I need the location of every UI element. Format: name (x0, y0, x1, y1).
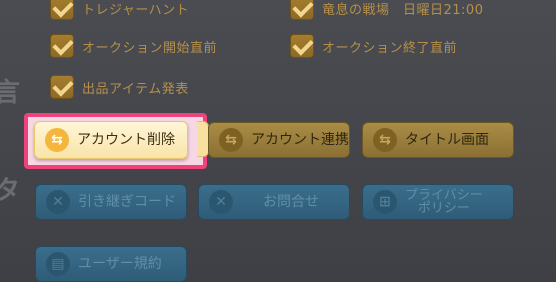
checkbox-checked-icon[interactable] (290, 0, 314, 20)
privacy-policy-button[interactable]: ⊞ プライバシー ポリシー (362, 184, 514, 220)
checkbox-treasure-hunt[interactable]: トレジャーハント (50, 0, 189, 20)
checkbox-item-announcement[interactable]: 出品アイテム発表 (50, 75, 189, 99)
checkbox-label: 出品アイテム発表 (82, 81, 189, 97)
button-label: アカウント連携 (251, 132, 349, 148)
checkbox-label: トレジャーハント (82, 2, 190, 18)
checkbox-checked-icon[interactable] (290, 34, 314, 58)
checkbox-label: オークション開始直前 (82, 40, 218, 56)
contact-button[interactable]: ✕ お問合せ (198, 184, 350, 220)
side-decoration: 言 (0, 78, 21, 108)
checkbox-auction-start[interactable]: オークション開始直前 (50, 34, 217, 58)
swap-arrows-icon: ⇆ (219, 128, 243, 152)
checkbox-checked-icon[interactable] (50, 34, 74, 58)
button-label: プライバシー ポリシー (405, 189, 483, 215)
delete-account-button[interactable]: ⇆ アカウント削除 (34, 121, 188, 159)
button-label: 引き継ぎコード (78, 194, 176, 210)
checkbox-checked-icon[interactable] (50, 0, 74, 20)
x-circle-icon: ✕ (46, 190, 70, 214)
window-grid-icon: ⊞ (373, 190, 397, 214)
side-decoration: タ (0, 176, 21, 206)
button-label-line: ポリシー (417, 201, 470, 216)
x-circle-icon: ✕ (209, 190, 233, 214)
transfer-code-button[interactable]: ✕ 引き継ぎコード (35, 184, 187, 220)
checkbox-auction-end[interactable]: オークション終了直前 (290, 34, 457, 58)
button-label: ユーザー規約 (78, 256, 162, 272)
checkbox-dragon-battlefield[interactable]: 竜息の戦場 日曜日21:00 (290, 0, 483, 20)
button-label: タイトル画面 (405, 132, 489, 148)
terms-button[interactable]: ▤ ユーザー規約 (35, 246, 187, 282)
checkbox-checked-icon[interactable] (50, 75, 74, 99)
button-label: アカウント削除 (77, 132, 175, 148)
swap-arrows-icon: ⇆ (45, 128, 69, 152)
checkbox-label: オークション終了直前 (322, 40, 458, 56)
checkbox-label: 竜息の戦場 日曜日21:00 (322, 2, 484, 18)
button-label: お問合せ (263, 194, 319, 210)
title-screen-button[interactable]: ⇆ タイトル画面 (362, 122, 514, 158)
swap-arrows-icon: ⇆ (373, 128, 397, 152)
link-account-button[interactable]: ⇆ アカウント連携 (208, 122, 350, 158)
document-icon: ▤ (46, 252, 70, 276)
